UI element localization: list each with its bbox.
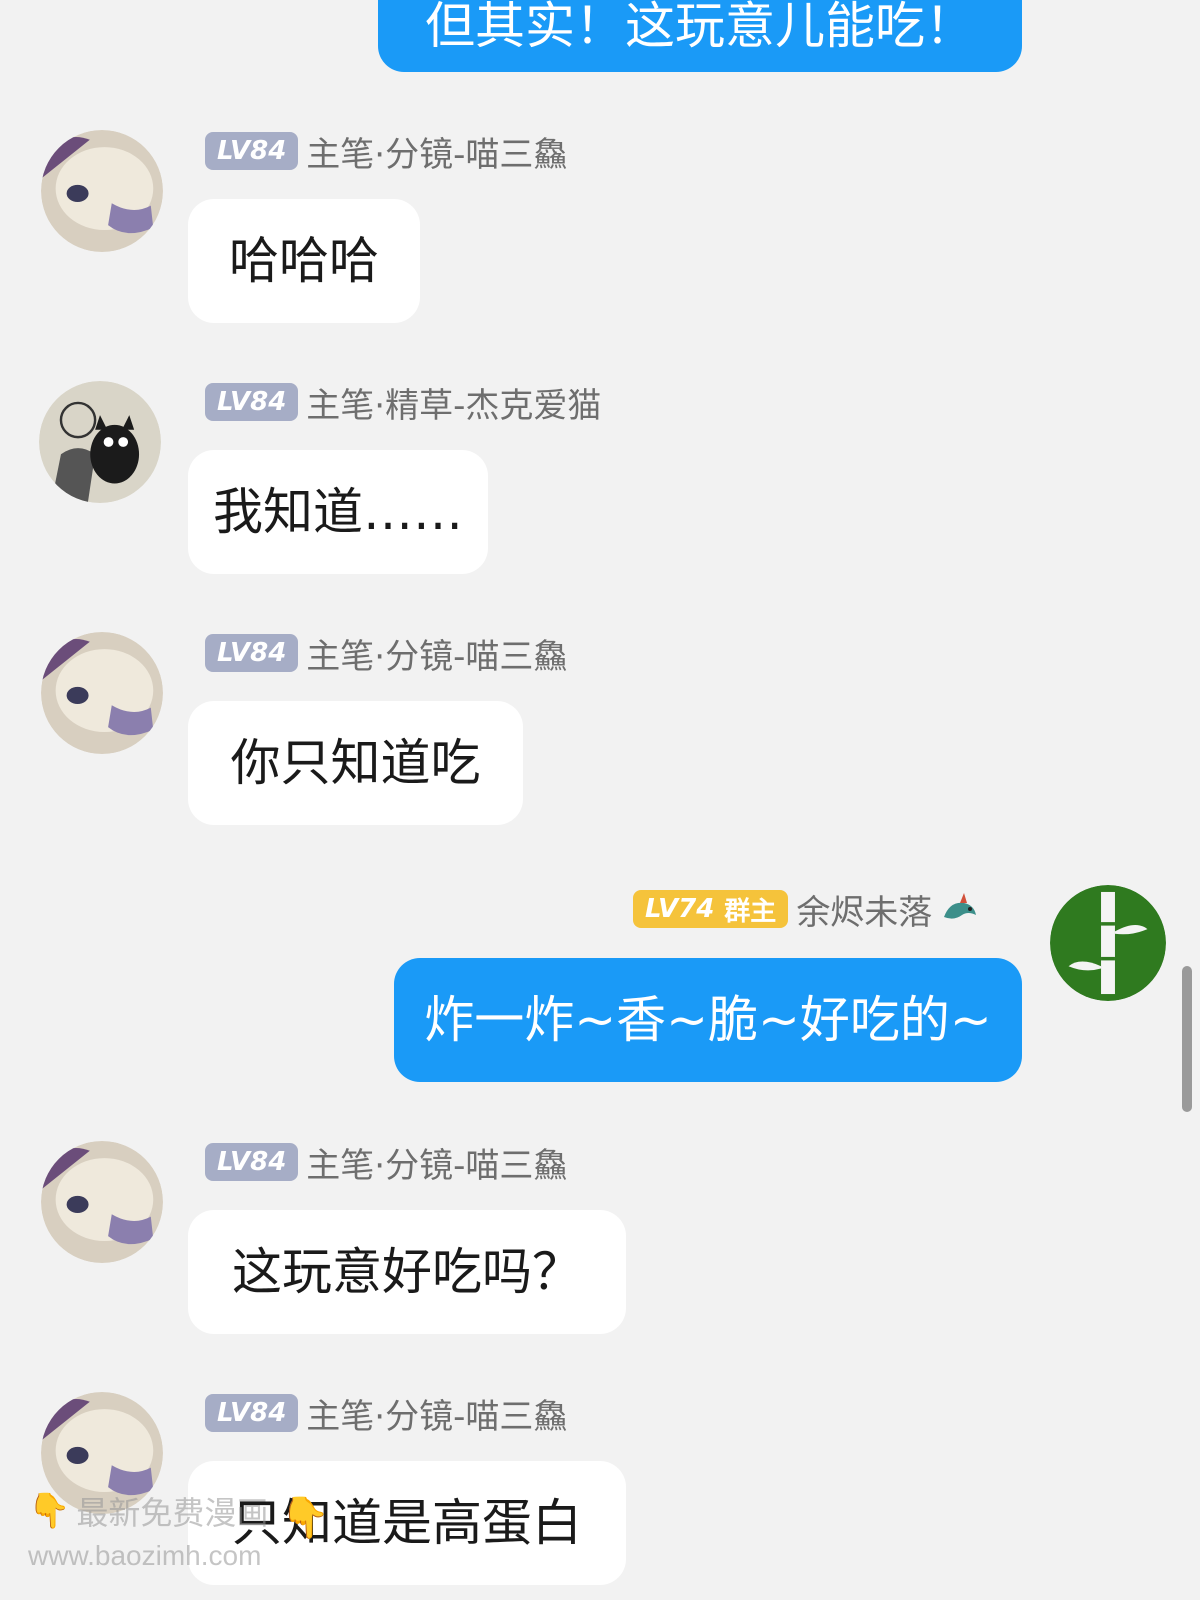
level-badge: LV84 [205,383,299,421]
level-badge: LV84 [205,634,299,672]
message-bubble-incoming[interactable]: 哈哈哈 [188,199,420,323]
sender-meta: LV84 主笔·分镜-喵三鱻 [205,1142,567,1186]
sender-name[interactable]: 主笔·分镜-喵三鱻 [306,1138,567,1187]
sea-otter-avatar-icon [41,1141,163,1263]
message-text: 我知道…… [213,483,463,541]
sender-meta: LV84 主笔·分镜-喵三鱻 [205,131,567,175]
message-text: 哈哈哈 [229,232,379,290]
message-bubble-incoming[interactable]: 这玩意好吃吗？ [188,1210,626,1334]
avatar[interactable] [41,632,163,754]
owner-badge: 群主 [724,896,777,927]
sender-meta: LV74 群主 余烬未落 [633,889,982,933]
message-bubble-outgoing[interactable]: 炸一炸~香~脆~好吃的~ [394,958,1022,1082]
avatar[interactable] [1050,885,1166,1001]
scrollbar-thumb[interactable] [1182,966,1192,1112]
pointing-down-hand-icon: 👇 [28,1491,71,1531]
message-text: 但其实！这玩意儿能吃！ [425,0,975,55]
sender-name[interactable]: 主笔·分镜-喵三鱻 [306,1389,567,1438]
level-text: LV74 [645,894,715,924]
person-with-black-cat-avatar-icon [39,381,161,503]
message-text: 你只知道吃 [230,734,481,792]
message-bubble-incoming[interactable]: 你只知道吃 [188,701,523,825]
level-badge: LV84 [205,1143,299,1181]
sender-meta: LV84 主笔·分镜-喵三鱻 [205,633,567,677]
avatar[interactable] [39,381,161,503]
sea-otter-avatar-icon [41,130,163,252]
watermark-url: www.baozimh.com [28,1540,262,1571]
message-text: 这玩意好吃吗？ [232,1243,582,1301]
message-text: 炸一炸~香~脆~好吃的~ [424,991,992,1049]
watermark: 👇 最新免费漫画 www.baozimh.com [28,1488,268,1572]
level-badge: LV74 群主 [633,890,789,928]
message-bubble-outgoing[interactable]: 但其实！这玩意儿能吃！ [378,0,1022,72]
pointing-down-hand-icon: 👇 [280,1495,330,1541]
sender-name[interactable]: 余烬未落 [796,885,932,934]
avatar[interactable] [41,1141,163,1263]
level-badge: LV84 [205,1394,299,1432]
sender-name[interactable]: 主笔·分镜-喵三鱻 [306,629,567,678]
sender-meta: LV84 主笔·分镜-喵三鱻 [205,1393,567,1437]
bamboo-avatar-icon [1050,885,1166,1001]
avatar[interactable] [41,130,163,252]
sender-meta: LV84 主笔·精草-杰克爱猫 [205,382,601,426]
sea-otter-avatar-icon [41,632,163,754]
sender-name[interactable]: 主笔·分镜-喵三鱻 [306,127,567,176]
level-badge: LV84 [205,132,299,170]
dragon-icon [944,893,977,919]
sender-name[interactable]: 主笔·精草-杰克爱猫 [306,378,601,427]
message-bubble-incoming[interactable]: 我知道…… [188,450,488,574]
watermark-text: 最新免费漫画 [76,1494,269,1532]
